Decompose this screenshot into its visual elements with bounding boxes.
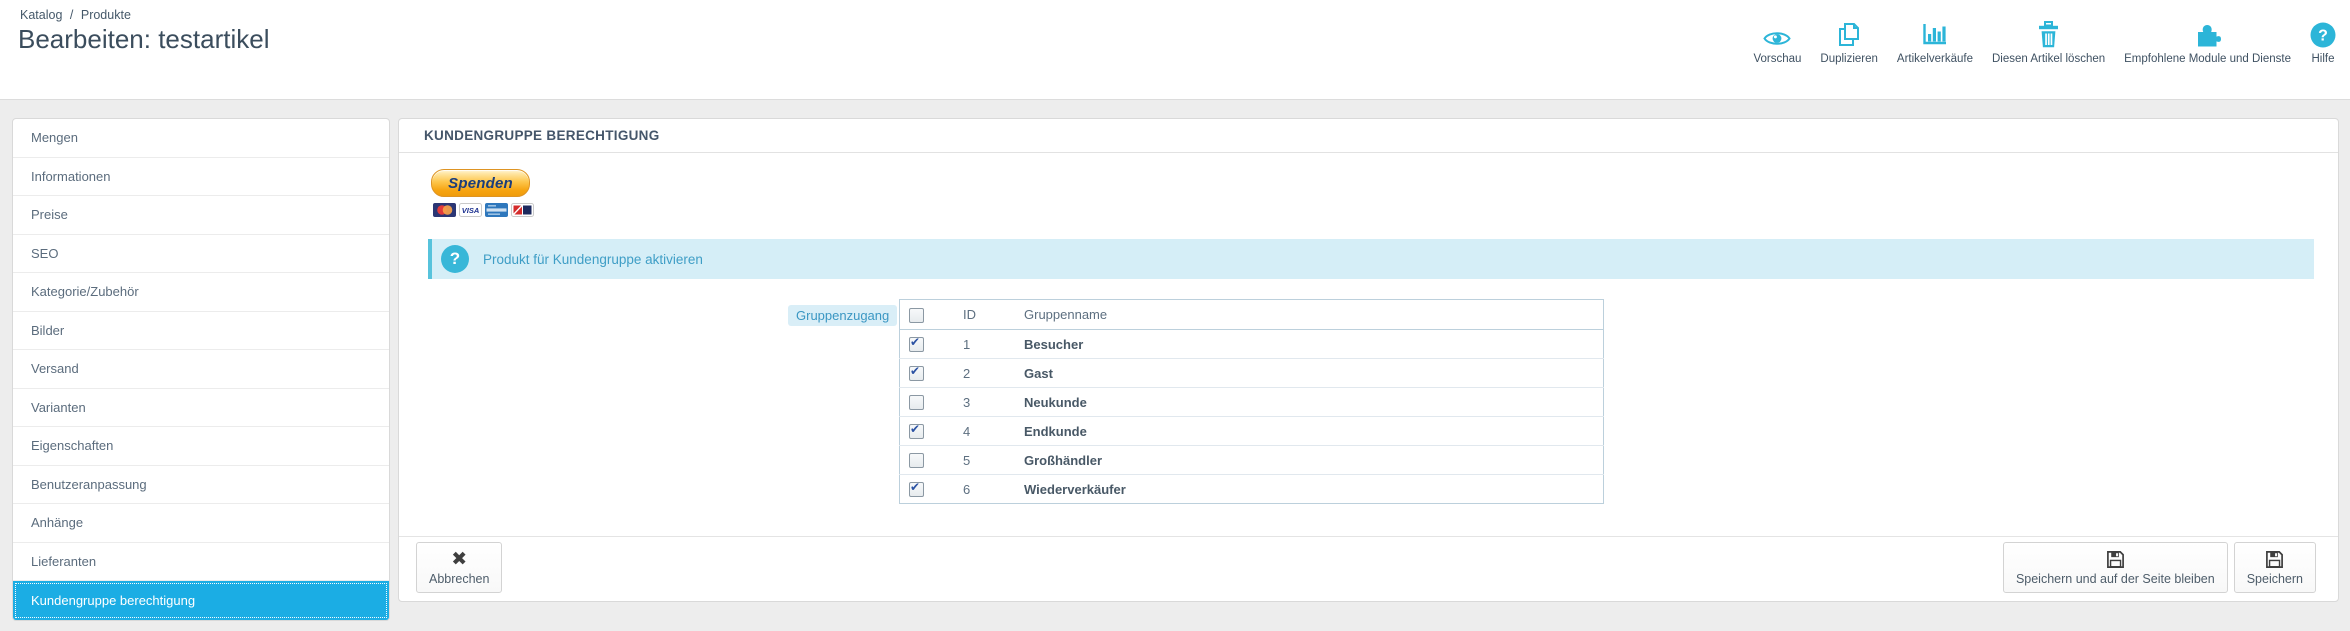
table-row[interactable]: 2 Gast [899, 358, 1604, 388]
save-and-stay-label: Speichern und auf der Seite bleiben [2015, 572, 2215, 586]
puzzle-icon [2194, 20, 2222, 48]
recommended-modules-label: Empfohlene Module und Dienste [2124, 53, 2291, 65]
sidebar-item-kategorie-zubeh-r[interactable]: Kategorie/Zubehör [13, 273, 389, 312]
save-button[interactable]: Speichern [2233, 542, 2316, 593]
row-id: 4 [963, 423, 971, 439]
breadcrumb-item-produkte[interactable]: Produkte [81, 8, 131, 22]
svg-text:?: ? [2318, 28, 2328, 45]
table-row[interactable]: 1 Besucher [899, 329, 1604, 359]
sidebar-item-varianten[interactable]: Varianten [13, 389, 389, 427]
save-icon [2106, 549, 2125, 569]
row-checkbox[interactable] [909, 453, 924, 469]
cancel-button-label: Abbrechen [429, 572, 490, 586]
panel-body: Spenden VISA ? Produkt für Kundengruppe … [399, 153, 2338, 537]
amex-icon [485, 203, 508, 217]
panel-title: KUNDENGRUPPE BERECHTIGUNG [399, 119, 2338, 153]
header-actions: Vorschau Duplizieren Artikelverkäufe Die… [1753, 20, 2336, 65]
row-name: Gast [1024, 365, 1053, 381]
sidebar-item-anh-nge[interactable]: Anhänge [13, 504, 389, 543]
sidebar-item-eigenschaften[interactable]: Eigenschaften [13, 427, 389, 466]
payment-card-icons: VISA [433, 203, 534, 217]
sidebar: Mengen Informationen Preise SEO Kategorie/Zu… [12, 118, 390, 621]
row-id: 1 [963, 336, 971, 352]
main-panel: KUNDENGRUPPE BERECHTIGUNG Spenden VISA ?… [398, 118, 2339, 602]
article-sales-label: Artikelverkäufe [1896, 53, 1973, 65]
delete-article-label: Diesen Artikel löschen [1991, 53, 2106, 65]
article-sales-button[interactable]: Artikelverkäufe [1897, 20, 1973, 65]
duplicate-button[interactable]: Duplizieren [1820, 20, 1878, 65]
preview-button[interactable]: Vorschau [1753, 20, 1801, 65]
row-name: Endkunde [1024, 423, 1087, 439]
question-mark-icon: ? [441, 245, 469, 273]
svg-text:VISA: VISA [462, 206, 480, 215]
info-banner-text: Produkt für Kundengruppe aktivieren [483, 251, 703, 267]
cancel-button[interactable]: ✖ Abbrechen [416, 542, 503, 593]
sidebar-item-kundengruppe-berechtigung[interactable]: Kundengruppe berechtigung [13, 581, 389, 620]
save-icon [2265, 549, 2284, 569]
sidebar-item-seo[interactable]: SEO [13, 235, 389, 273]
group-access-label: Gruppenzugang [788, 305, 898, 326]
table-row[interactable]: 3 Neukunde [899, 387, 1604, 417]
preview-label: Vorschau [1753, 53, 1802, 65]
ec-card-icon [511, 203, 534, 217]
row-id: 3 [963, 394, 971, 410]
breadcrumb: Katalog / Produkte [20, 8, 135, 22]
recommended-modules-button[interactable]: Empfohlene Module und Dienste [2124, 20, 2291, 65]
group-table-body: 1 Besucher 2 Gast 3 Neukunde 4 Endkunde … [899, 329, 1604, 504]
eye-icon [1763, 20, 1792, 48]
panel-footer: ✖ Abbrechen Speichern und auf der Seite … [399, 536, 2338, 601]
help-icon: ? [2310, 20, 2336, 48]
table-row[interactable]: 6 Wiederverkäufer [899, 474, 1604, 504]
save-button-label: Speichern [2246, 572, 2303, 586]
duplicate-icon [1836, 20, 1862, 48]
row-name: Neukunde [1024, 394, 1087, 410]
trash-icon [2037, 20, 2060, 48]
row-checkbox[interactable] [909, 364, 924, 382]
sidebar-item-versand[interactable]: Versand [13, 350, 389, 389]
column-header-name: Gruppenname [1024, 307, 1108, 322]
duplicate-label: Duplizieren [1820, 53, 1878, 65]
donate-button-label: Spenden [448, 174, 513, 192]
help-button[interactable]: ? Hilfe [2310, 20, 2336, 65]
row-id: 5 [963, 452, 971, 468]
column-header-id: ID [963, 307, 976, 322]
row-name: Besucher [1024, 336, 1084, 352]
table-header-row: ID Gruppenname [899, 300, 1604, 330]
row-id: 6 [963, 481, 971, 497]
sidebar-item-preise[interactable]: Preise [13, 196, 389, 235]
sidebar-item-benutzeranpassung[interactable]: Benutzeranpassung [13, 466, 389, 504]
row-checkbox[interactable] [909, 422, 924, 440]
visa-icon: VISA [459, 203, 482, 217]
mastercard-icon [433, 203, 456, 217]
row-name: Wiederverkäufer [1024, 481, 1126, 497]
row-checkbox[interactable] [909, 480, 924, 498]
delete-article-button[interactable]: Diesen Artikel löschen [1992, 20, 2105, 65]
table-row[interactable]: 5 Großhändler [899, 445, 1604, 475]
bar-chart-icon [1921, 20, 1948, 48]
sidebar-item-lieferanten[interactable]: Lieferanten [13, 543, 389, 581]
breadcrumb-item-katalog[interactable]: Katalog [20, 8, 62, 22]
row-id: 2 [963, 365, 971, 381]
row-checkbox[interactable] [909, 395, 924, 411]
group-access-table: ID Gruppenname 1 Besucher 2 Gast 3 Neuku… [899, 299, 1604, 504]
save-button-group: Speichern und auf der Seite bleiben Spei… [2002, 542, 2316, 593]
save-and-stay-button[interactable]: Speichern und auf der Seite bleiben [2002, 542, 2228, 593]
select-all-checkbox[interactable] [909, 307, 924, 323]
donate-button[interactable]: Spenden [431, 169, 530, 197]
info-banner: ? Produkt für Kundengruppe aktivieren [428, 239, 2314, 279]
row-name: Großhändler [1024, 452, 1103, 468]
sidebar-item-informationen[interactable]: Informationen [13, 158, 389, 196]
sidebar-item-mengen[interactable]: Mengen [13, 119, 389, 158]
help-label: Hilfe [2311, 53, 2335, 65]
table-row[interactable]: 4 Endkunde [899, 416, 1604, 446]
paypal-donate: Spenden VISA [431, 169, 534, 217]
sidebar-item-bilder[interactable]: Bilder [13, 312, 389, 350]
top-bar: Katalog / Produkte Bearbeiten: testartik… [0, 0, 2350, 100]
page-title: Bearbeiten: testartikel [18, 24, 270, 54]
close-icon: ✖ [451, 547, 468, 570]
row-checkbox[interactable] [909, 335, 924, 353]
breadcrumb-separator: / [69, 8, 74, 22]
